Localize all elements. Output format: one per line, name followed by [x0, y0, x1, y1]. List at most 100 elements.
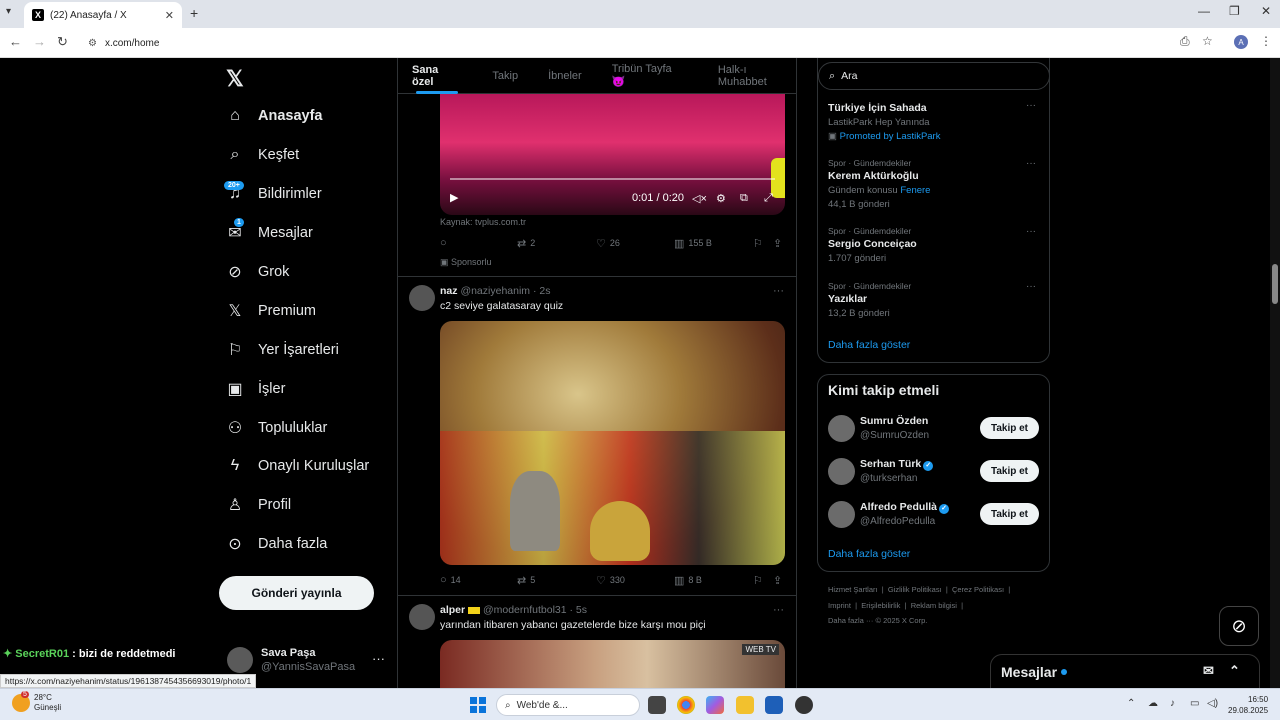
fullscreen-icon[interactable]: ⤢ [764, 192, 773, 205]
follow-button[interactable]: Takip et [980, 503, 1039, 525]
weather-widget[interactable]: 5 28°C Güneşli [12, 691, 61, 713]
tab-following[interactable]: Takip [492, 58, 518, 94]
file-explorer-icon[interactable] [736, 696, 754, 714]
follow-suggestion[interactable]: Sumru Özden @SumruOzden Takip et [828, 414, 1040, 444]
avatar[interactable] [409, 604, 435, 630]
footer-link-accessibility[interactable]: Erişilebilirlik [861, 601, 900, 610]
sidebar-item-jobs[interactable]: ▣ İşler [224, 369, 394, 408]
trend-item[interactable]: Spor · Gündemdekiler Kerem Aktürkoğlu Gü… [828, 158, 1038, 210]
sidebar-item-notifications[interactable]: ♫ 20+ Bildirimler [224, 175, 394, 214]
sidebar-item-communities[interactable]: ⚇ Topluluklar [224, 408, 394, 447]
video-player[interactable]: ▶ 0:01 / 0:20 ◁× ⚙ ⧉ ⤢ [440, 94, 785, 215]
avatar[interactable] [409, 285, 435, 311]
bookmark-icon[interactable]: ⚐ [753, 237, 767, 250]
account-switcher[interactable]: Sava Paşa @YannisSavaPasa ··· [227, 643, 397, 677]
tweet-more-icon[interactable]: ··· [773, 604, 784, 616]
sidebar-item-premium[interactable]: 𝕏 Premium [224, 291, 394, 330]
sidebar-item-home[interactable]: ⌂ Anasayfa [224, 97, 394, 136]
follow-button[interactable]: Takip et [980, 417, 1039, 439]
tweet-text[interactable]: yarından itibaren yabancı gazetelerde bi… [440, 619, 706, 631]
like-button[interactable]: ♡ 26 [596, 237, 620, 250]
tweet-more-icon[interactable]: ··· [773, 285, 784, 297]
messages-drawer[interactable]: Mesajlar ✉ ⌃ [990, 654, 1260, 688]
site-info-icon[interactable]: ⚙ [88, 38, 97, 49]
sidebar-item-grok[interactable]: ⊘ Grok [224, 253, 394, 292]
video-progress-bar[interactable] [450, 178, 775, 180]
install-app-icon[interactable]: ⎙ [1180, 34, 1190, 49]
like-button[interactable]: ♡ 330 [596, 574, 625, 587]
copilot-icon[interactable] [706, 696, 724, 714]
browser-menu-icon[interactable]: ⋮ [1260, 34, 1272, 48]
reply-icon[interactable]: ○ [440, 237, 451, 249]
taskbar-clock[interactable]: 16:50 29.08.2025 [1228, 694, 1268, 716]
tab-list-3[interactable]: Halk-ı Muhabbet [718, 58, 796, 94]
show-more-follow-link[interactable]: Daha fazla göster [828, 548, 910, 560]
expand-icon[interactable]: ⌃ [1229, 663, 1240, 679]
pip-icon[interactable]: ⧉ [740, 192, 748, 205]
scrollbar-thumb[interactable] [1272, 264, 1278, 304]
minimize-icon[interactable]: — [1198, 4, 1210, 18]
tweet-photo[interactable] [440, 321, 785, 565]
share-icon[interactable]: ⇪ [773, 574, 786, 587]
trend-more-icon[interactable]: ··· [1026, 281, 1036, 292]
sidebar-item-verified-orgs[interactable]: ϟ Onaylı Kuruluşlar [224, 447, 394, 486]
grok-fab-button[interactable]: ⊘ [1219, 606, 1259, 646]
store-icon[interactable] [765, 696, 783, 714]
reload-icon[interactable]: ↻ [57, 34, 68, 50]
tweet-header[interactable]: alper @modernfutbol31 · 5s [440, 604, 587, 616]
follow-suggestion[interactable]: Alfredo Pedullà ✓ @AlfredoPedulla Takip e… [828, 500, 1040, 530]
mute-icon[interactable]: ◁× [692, 192, 707, 205]
tab-for-you[interactable]: Sana özel [412, 58, 462, 94]
views-button[interactable]: ▥ 8 B [674, 574, 702, 587]
share-icon[interactable]: ⇪ [773, 237, 786, 250]
back-icon[interactable]: ← [9, 34, 22, 49]
bookmark-icon[interactable]: ⚐ [753, 574, 767, 587]
trend-more-icon[interactable]: ··· [1026, 158, 1036, 169]
follow-suggestion[interactable]: Serhan Türk ✓ @turkserhan Takip et [828, 457, 1040, 487]
follow-button[interactable]: Takip et [980, 460, 1039, 482]
restore-icon[interactable]: ❐ [1229, 4, 1240, 18]
new-message-icon[interactable]: ✉ [1203, 663, 1214, 679]
footer-link-terms[interactable]: Hizmet Şartları [828, 585, 878, 594]
windows-start-icon[interactable] [470, 697, 486, 713]
post-button[interactable]: Gönderi yayınla [219, 576, 374, 610]
tab-list-1[interactable]: İbneler [548, 58, 582, 94]
close-tab-icon[interactable]: ✕ [165, 9, 174, 22]
volume-icon[interactable]: ◁) [1207, 698, 1218, 709]
tab-list-2[interactable]: Tribün Tayfa 😈 [612, 58, 688, 94]
chrome-icon[interactable] [677, 696, 695, 714]
network-icon[interactable]: ▭ [1190, 698, 1199, 709]
trend-more-icon[interactable]: ··· [1026, 100, 1036, 111]
microphone-icon[interactable]: ♪ [1170, 698, 1175, 709]
tray-chevron-icon[interactable]: ⌃ [1127, 698, 1135, 709]
browser-profile-avatar[interactable]: A [1234, 35, 1248, 49]
sidebar-item-explore[interactable]: ⌕ Keşfet [224, 136, 394, 175]
reply-button[interactable]: ○ 14 [440, 574, 461, 586]
sidebar-item-profile[interactable]: ♙ Profil [224, 486, 394, 525]
tweet-header[interactable]: naz @naziyehanim · 2s [440, 285, 550, 297]
account-more-icon[interactable]: ··· [372, 651, 385, 666]
repost-button[interactable]: ⇄ 2 [517, 237, 535, 250]
taskbar-search[interactable]: ⌕ Web'de &... [496, 694, 640, 716]
sidebar-item-more[interactable]: ⊙ Daha fazla [224, 525, 394, 564]
settings-icon[interactable]: ⚙ [716, 192, 726, 205]
sidebar-item-bookmarks[interactable]: ⚐ Yer İşaretleri [224, 330, 394, 369]
bookmark-star-icon[interactable]: ☆ [1202, 34, 1213, 48]
footer-link-imprint[interactable]: Imprint [828, 601, 851, 610]
trend-more-icon[interactable]: ··· [1026, 226, 1036, 237]
tab-list-icon[interactable]: ▾ [6, 6, 11, 17]
footer-link-privacy[interactable]: Gizlilik Politikası [888, 585, 942, 594]
repost-button[interactable]: ⇄ 5 [517, 574, 535, 587]
tweet-text[interactable]: c2 seviye galatasaray quiz [440, 300, 563, 312]
app-icon[interactable] [795, 696, 813, 714]
close-window-icon[interactable]: ✕ [1261, 4, 1271, 18]
task-view-icon[interactable] [648, 696, 666, 714]
footer-link-cookies[interactable]: Çerez Politikası [952, 585, 1004, 594]
new-tab-icon[interactable]: + [190, 5, 198, 21]
trend-item[interactable]: Spor · Gündemdekiler Sergio Conceiçao 1.… [828, 226, 1038, 264]
sidebar-item-messages[interactable]: ✉ 1 Mesajlar [224, 214, 394, 253]
browser-tab[interactable]: X (22) Anasayfa / X ✕ [24, 2, 182, 28]
x-logo-icon[interactable]: 𝕏 [226, 66, 244, 92]
trend-item[interactable]: Türkiye İçin Sahada LastikPark Hep Yanın… [828, 100, 1038, 142]
video-source[interactable]: Kaynak: tvplus.com.tr [440, 217, 526, 227]
